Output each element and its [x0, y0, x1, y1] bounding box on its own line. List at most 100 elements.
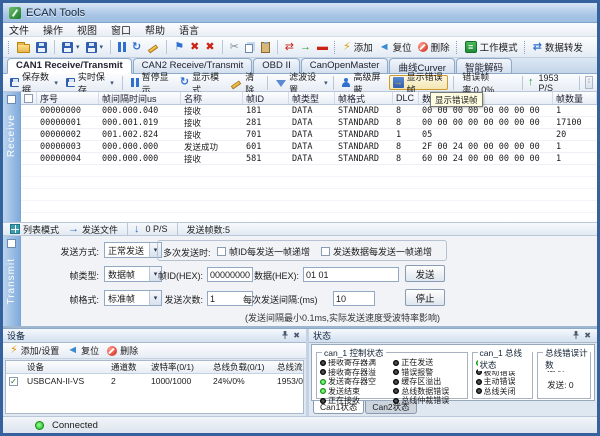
- table-row[interactable]: 00000003 000.000.000 发送成功 601 DATA STAND…: [21, 141, 597, 153]
- transmit-side-tab[interactable]: Transmit: [3, 236, 21, 326]
- col-header-dlc[interactable]: DLC: [393, 92, 419, 104]
- pause-display-button[interactable]: 暂停显示: [128, 75, 175, 90]
- col-header-interval[interactable]: 帧间隔时间us: [99, 92, 181, 104]
- close-icon[interactable]: ✖: [582, 332, 593, 340]
- transmit-collapse-box[interactable]: [7, 239, 16, 248]
- multi-send-label: 多次发送时:: [163, 246, 211, 259]
- remove-bar-button[interactable]: ▬: [315, 41, 330, 54]
- data-forward-icon: ⇄: [533, 42, 542, 53]
- device-col-load[interactable]: 总线负载(0/1): [210, 361, 274, 373]
- data-forward-button[interactable]: ⇄数据转发: [531, 39, 585, 55]
- list-mode-icon: [10, 224, 20, 234]
- clear-list-button[interactable]: 清除: [227, 75, 262, 90]
- save-data-button[interactable]: 保存数据▾: [7, 75, 61, 90]
- col-header-type[interactable]: 帧类型: [289, 92, 335, 104]
- device-add-settings-button[interactable]: ⚡添加/设置: [7, 343, 62, 358]
- cell-count: 1: [553, 106, 597, 116]
- device-col-channels[interactable]: 通道数: [108, 361, 148, 373]
- toolbar-overflow-button[interactable]: ⁞: [585, 76, 593, 89]
- reset-device-button[interactable]: ◄复位: [377, 39, 414, 55]
- toolbar-grip[interactable]: [456, 41, 459, 54]
- realtime-save-dropdown[interactable]: ▾: [84, 41, 106, 54]
- titlebar[interactable]: ECAN Tools: [3, 3, 597, 23]
- send-file-button[interactable]: →发送文件: [65, 222, 121, 237]
- save-data-dropdown[interactable]: ▾: [60, 41, 82, 54]
- swap-button[interactable]: ⇄: [283, 41, 296, 54]
- cell-name: 接收: [181, 153, 243, 165]
- send-mode-select[interactable]: 正常发送▾: [104, 242, 162, 258]
- id-increment-option[interactable]: 帧ID每发送一帧递增: [217, 245, 310, 258]
- receive-side-tab[interactable]: Receive: [3, 92, 21, 222]
- cell-format: STANDARD: [335, 130, 393, 140]
- copy-button[interactable]: [243, 41, 257, 54]
- flag-icon: ⚑: [174, 42, 184, 53]
- menu-language[interactable]: 语言: [179, 22, 199, 37]
- send-button[interactable]: 发送: [405, 265, 445, 282]
- table-row[interactable]: 00000000 000.000.040 接收 181 DATA STANDAR…: [21, 105, 597, 117]
- filter-settings-button[interactable]: 滤波设置: [273, 75, 322, 90]
- table-row[interactable]: 00000004 000.000.000 接收 581 DATA STANDAR…: [21, 153, 597, 165]
- save-button[interactable]: [34, 41, 49, 54]
- display-mode-button[interactable]: ↻显示模式: [177, 75, 225, 90]
- table-row[interactable]: 00000001 000.001.019 接收 281 DATA STANDAR…: [21, 117, 597, 129]
- col-header-format[interactable]: 帧格式: [335, 92, 393, 104]
- clear-button[interactable]: [145, 42, 161, 52]
- realtime-save-button[interactable]: 实时保存▾: [63, 75, 117, 90]
- device-delete-button[interactable]: 删除: [104, 343, 141, 358]
- device-reset-button[interactable]: ◄复位: [64, 343, 102, 358]
- menu-view[interactable]: 视图: [77, 22, 97, 37]
- select-all-checkbox[interactable]: [24, 94, 33, 103]
- col-header-id[interactable]: 帧ID: [243, 92, 289, 104]
- pause-button[interactable]: [116, 41, 128, 53]
- refresh-button[interactable]: ↻: [130, 41, 143, 54]
- menu-help[interactable]: 帮助: [145, 22, 165, 37]
- delete-device-button[interactable]: 删除: [416, 39, 452, 55]
- send-file-label: 发送文件: [82, 223, 118, 236]
- data-increment-option[interactable]: 发送数据每发送一帧递增: [321, 245, 432, 258]
- col-header-count[interactable]: 帧数量: [553, 92, 597, 104]
- data-hex-input[interactable]: 01 01: [303, 267, 399, 282]
- id-increment-checkbox[interactable]: [217, 247, 226, 256]
- col-header-seq[interactable]: 序号: [37, 92, 99, 104]
- close-icon[interactable]: ✖: [291, 332, 302, 340]
- toolbar-grip[interactable]: [8, 41, 11, 54]
- col-header-name[interactable]: 名称: [181, 92, 243, 104]
- toolbar-grip[interactable]: [334, 41, 337, 54]
- device-col-name[interactable]: 设备: [24, 361, 108, 373]
- status-panel-titlebar: 状态 ✖: [309, 329, 597, 343]
- delete-all-button[interactable]: ✖: [203, 41, 216, 54]
- delete-one-button[interactable]: ✖: [188, 41, 201, 54]
- bus-error-count-group: 总线错误计数 接收: 0 发送: 0: [537, 352, 591, 399]
- flag-button[interactable]: ⚑: [172, 41, 186, 54]
- stop-button[interactable]: 停止: [405, 289, 445, 306]
- device-enabled-checkbox[interactable]: ✓: [9, 377, 18, 386]
- paste-button[interactable]: [259, 41, 272, 54]
- receive-collapse-box[interactable]: [7, 95, 16, 104]
- status-led-label: 总线关闭: [484, 386, 516, 397]
- send-interval-input[interactable]: 10: [333, 291, 375, 306]
- device-row[interactable]: ✓ USBCAN-II-VS 2 1000/1000 24%/0% 1953/0: [6, 374, 303, 387]
- advanced-mask-button[interactable]: 高级屏蔽: [338, 75, 386, 90]
- cell-format: STANDARD: [335, 154, 393, 164]
- cut-button[interactable]: ✂: [228, 41, 241, 54]
- device-col-baud[interactable]: 波特率(0/1): [148, 361, 210, 373]
- show-error-frames-button[interactable]: →显示错误帧: [389, 75, 449, 90]
- frame-format-value: 标准帧: [108, 292, 135, 305]
- cell-name: 接收: [181, 105, 243, 117]
- device-col-flow[interactable]: 总线流量(0/1): [274, 361, 303, 373]
- open-file-button[interactable]: [15, 40, 32, 54]
- pin-icon[interactable]: [570, 331, 582, 341]
- table-row[interactable]: 00000002 001.002.824 接收 701 DATA STANDAR…: [21, 129, 597, 141]
- menu-operation[interactable]: 操作: [43, 22, 63, 37]
- menu-window[interactable]: 窗口: [111, 22, 131, 37]
- list-mode-button[interactable]: 列表模式: [7, 222, 62, 237]
- toolbar-grip[interactable]: [524, 41, 527, 54]
- toolbar-overflow-caret[interactable]: ▾: [324, 79, 328, 87]
- menu-file[interactable]: 文件: [9, 22, 29, 37]
- pin-icon[interactable]: [279, 331, 291, 341]
- work-mode-button[interactable]: ≡工作模式: [463, 39, 520, 55]
- data-increment-checkbox[interactable]: [321, 247, 330, 256]
- forward-button[interactable]: →: [298, 41, 313, 54]
- add-device-button[interactable]: ⚡添加: [341, 39, 375, 55]
- clear-brush-icon: [148, 44, 158, 53]
